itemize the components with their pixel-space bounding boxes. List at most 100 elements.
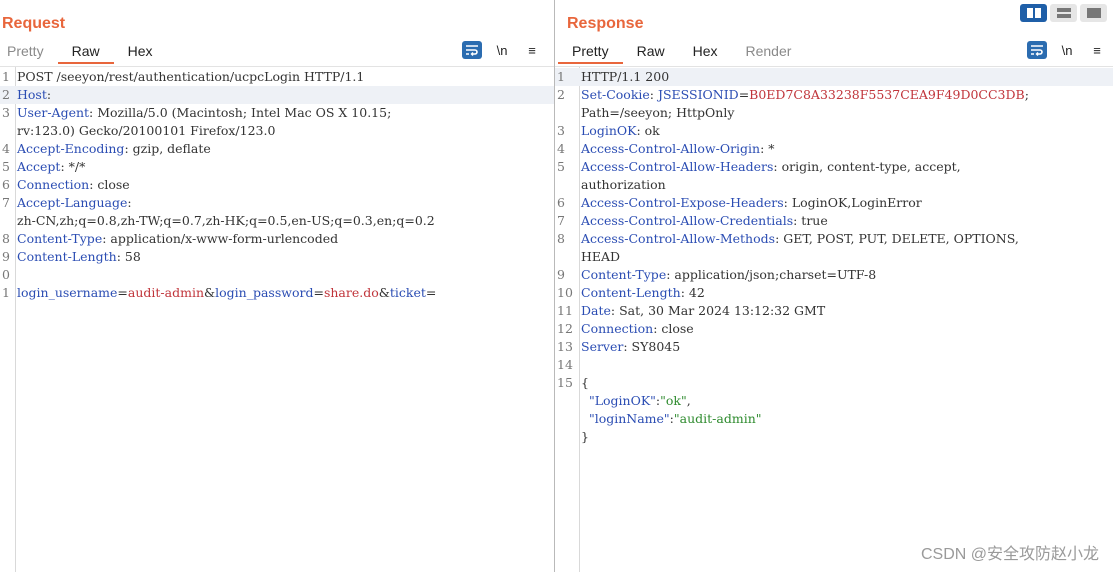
request-lines: 1 POST /seeyon/rest/authentication/ucpcLo…	[0, 68, 554, 302]
code-line: 6 Access-Control-Expose-Headers: LoginOK,…	[555, 194, 1113, 212]
code-line: "LoginOK":"ok",	[555, 392, 1113, 410]
code-line: 2 Set-Cookie: JSESSIONID=B0ED7C8A33238F55…	[555, 86, 1113, 104]
line-number: 7	[557, 213, 565, 228]
line-number: 9	[2, 249, 10, 264]
code-text: login_username=audit-admin&login_passwor…	[15, 284, 436, 302]
response-tab-hex[interactable]: Hex	[679, 40, 732, 64]
line-number: 13	[557, 339, 573, 354]
code-text: Host:	[15, 86, 51, 104]
wrap-lines-icon[interactable]	[462, 41, 482, 59]
token: =	[738, 87, 750, 102]
code-line: 4 Access-Control-Allow-Origin: *	[555, 140, 1113, 158]
code-text: {	[579, 374, 589, 392]
line-number	[555, 248, 579, 266]
code-line: rv:123.0) Gecko/20100101 Firefox/123.0	[0, 122, 554, 140]
code-text: Server: SY8045	[579, 338, 680, 356]
token: =	[117, 285, 128, 300]
token: : application/x-www-form-urlencoded	[102, 231, 339, 246]
code-line: 1 HTTP/1.1 200	[555, 68, 1113, 86]
code-text: Date: Sat, 30 Mar 2024 13:12:32 GMT	[579, 302, 825, 320]
line-number	[0, 212, 15, 230]
code-line: 5 Accept: */*	[0, 158, 554, 176]
response-pane: Response Pretty Raw Hex Render \n ≡ 1 HTT…	[555, 0, 1113, 572]
code-line: 14	[555, 356, 1113, 374]
code-text: Content-Type: application/json;charset=U…	[579, 266, 876, 284]
request-editor[interactable]: 1 POST /seeyon/rest/authentication/ucpcLo…	[0, 66, 554, 572]
token: User-Agent	[17, 105, 90, 120]
response-lines: 1 HTTP/1.1 200 2 Set-Cookie: JSESSIONID=B0E…	[555, 68, 1113, 446]
response-title: Response	[567, 15, 644, 32]
token: :	[127, 195, 132, 210]
code-text: Connection: close	[15, 176, 130, 194]
token: =	[425, 285, 437, 300]
request-tab-pretty[interactable]: Pretty	[0, 40, 58, 64]
token: B0ED7C8A33238F5537CEA9F49D0CC3DB	[749, 87, 1025, 102]
code-line: 15 {	[555, 374, 1113, 392]
token: Content-Type	[17, 231, 103, 246]
token: login_username	[17, 285, 118, 300]
code-text: rv:123.0) Gecko/20100101 Firefox/123.0	[15, 122, 275, 140]
newline-toggle-icon[interactable]: \n	[492, 40, 512, 60]
token: : true	[793, 213, 828, 228]
line-number: 9	[557, 267, 565, 282]
token: : SY8045	[623, 339, 681, 354]
token: &	[378, 285, 390, 300]
code-line: 0	[0, 266, 554, 284]
token: Access-Control-Expose-Headers	[581, 195, 784, 210]
split-horizontal-icon[interactable]	[1020, 4, 1047, 22]
code-line: 13 Server: SY8045	[555, 338, 1113, 356]
code-line: 8 Content-Type: application/x-www-form-ur…	[0, 230, 554, 248]
token: Accept-Language	[17, 195, 128, 210]
response-toolbar: \n ≡	[1017, 40, 1107, 60]
code-text: Access-Control-Allow-Origin: *	[579, 140, 775, 158]
token: : application/json;charset=UTF-8	[666, 267, 877, 282]
line-number: 8	[557, 231, 565, 246]
code-text: LoginOK: ok	[579, 122, 660, 140]
line-number: 3	[2, 105, 10, 120]
code-text: Access-Control-Allow-Methods: GET, POST,…	[579, 230, 1019, 248]
code-line: 11 Date: Sat, 30 Mar 2024 13:12:32 GMT	[555, 302, 1113, 320]
code-text: Accept: */*	[15, 158, 85, 176]
code-line: "loginName":"audit-admin"	[555, 410, 1113, 428]
token: authorization	[581, 177, 666, 192]
request-title: Request	[2, 15, 66, 32]
newline-toggle-icon[interactable]: \n	[1057, 40, 1077, 60]
code-text: Content-Length: 58	[15, 248, 141, 266]
line-number: 14	[557, 357, 573, 372]
response-editor[interactable]: 1 HTTP/1.1 200 2 Set-Cookie: JSESSIONID=B0E…	[555, 66, 1113, 572]
line-number: 11	[557, 303, 573, 318]
wrap-lines-icon[interactable]	[1027, 41, 1047, 59]
line-number	[555, 104, 579, 122]
code-text: Connection: close	[579, 320, 694, 338]
token: Connection	[581, 321, 654, 336]
line-number: 0	[2, 267, 10, 282]
line-number: 4	[2, 141, 10, 156]
token: "ok"	[660, 393, 687, 408]
response-tab-raw[interactable]: Raw	[623, 40, 679, 64]
token: : close	[653, 321, 694, 336]
response-tab-render[interactable]: Render	[732, 40, 806, 64]
line-number: 2	[557, 87, 565, 102]
code-line: 12 Connection: close	[555, 320, 1113, 338]
code-text: zh-CN,zh;q=0.8,zh-TW;q=0.7,zh-HK;q=0.5,e…	[15, 212, 435, 230]
response-tab-pretty[interactable]: Pretty	[558, 40, 623, 64]
line-number	[555, 410, 579, 428]
code-text: Access-Control-Allow-Credentials: true	[579, 212, 828, 230]
line-number: 6	[2, 177, 10, 192]
code-text: "loginName":"audit-admin"	[579, 410, 762, 428]
token: :	[649, 87, 658, 102]
code-text: Content-Type: application/x-www-form-url…	[15, 230, 338, 248]
split-vertical-icon[interactable]	[1050, 4, 1077, 22]
menu-icon[interactable]: ≡	[1087, 40, 1107, 60]
token: ;	[1024, 87, 1029, 102]
single-pane-icon[interactable]	[1080, 4, 1107, 22]
line-number: 7	[2, 195, 10, 210]
request-tab-hex[interactable]: Hex	[114, 40, 167, 64]
code-line: }	[555, 428, 1113, 446]
request-tab-raw[interactable]: Raw	[57, 40, 114, 64]
token: HTTP/1.1 200	[581, 69, 670, 84]
menu-icon[interactable]: ≡	[522, 40, 542, 60]
line-number: 1	[557, 69, 565, 84]
code-line: zh-CN,zh;q=0.8,zh-TW;q=0.7,zh-HK;q=0.5,e…	[0, 212, 554, 230]
request-pane: Request Pretty Raw Hex \n ≡ 1 POST /seeyo…	[0, 0, 554, 572]
